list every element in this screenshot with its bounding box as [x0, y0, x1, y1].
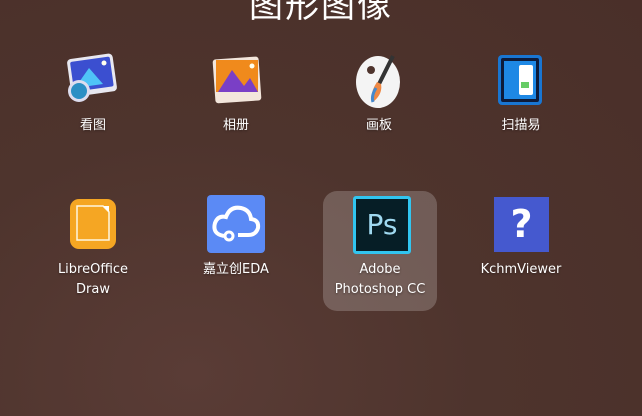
category-title: 图形图像 — [249, 0, 393, 26]
app-label: 嘉立创EDA — [203, 262, 269, 277]
app-image-viewer[interactable]: 看图 — [36, 50, 150, 136]
app-label: 看图 — [79, 118, 106, 133]
paint-palette-icon — [349, 50, 409, 110]
app-label: 画板 — [365, 118, 392, 133]
photoshop-icon: Ps — [350, 195, 411, 255]
photo-album-icon — [206, 50, 266, 110]
app-label: Adobe Photoshop CC — [334, 262, 426, 297]
image-viewer-icon — [63, 50, 123, 110]
scanner-icon — [491, 50, 551, 110]
app-label: 扫描易 — [501, 118, 541, 133]
libreoffice-draw-icon — [63, 194, 123, 254]
app-label: KchmViewer — [480, 262, 562, 277]
app-libreoffice-draw[interactable]: LibreOffice Draw — [36, 194, 150, 300]
app-kchmviewer[interactable]: ? KchmViewer — [464, 194, 578, 280]
cloud-eda-icon — [206, 194, 266, 254]
app-label: LibreOffice Draw — [57, 262, 129, 297]
app-label: 相册 — [222, 118, 249, 133]
app-jlc-eda[interactable]: 嘉立创EDA — [179, 194, 293, 280]
app-scanner[interactable]: 扫描易 — [464, 50, 578, 136]
app-drawing-board[interactable]: 画板 — [322, 50, 436, 136]
app-photo-album[interactable]: 相册 — [179, 50, 293, 136]
app-photoshop[interactable]: Ps Adobe Photoshop CC — [323, 191, 437, 311]
help-question-icon: ? — [491, 194, 551, 254]
